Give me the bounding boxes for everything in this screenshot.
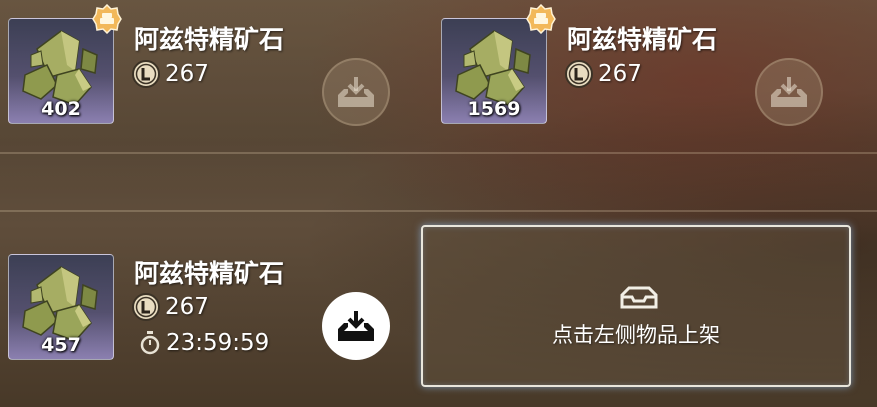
ore-crystal-icon [17, 25, 107, 109]
item-name: 阿兹特精矿石 [134, 25, 285, 54]
list-item-button[interactable] [322, 292, 390, 360]
item-price: 267 [598, 61, 642, 87]
price-row: 267 [132, 293, 209, 321]
shelf-divider [0, 210, 877, 212]
item-name: 阿兹特精矿石 [567, 25, 718, 54]
stopwatch-icon [140, 331, 160, 355]
gold-badge-icon [526, 4, 556, 34]
ore-crystal-icon [450, 25, 540, 109]
empty-tray-icon [620, 286, 658, 309]
empty-listing-slot[interactable]: 点击左侧物品上架 [421, 225, 851, 387]
item-name: 阿兹特精矿石 [134, 259, 285, 288]
timer-row: 23:59:59 [140, 330, 269, 356]
tray-download-icon [336, 309, 376, 343]
timer-text: 23:59:59 [166, 330, 270, 356]
tray-download-icon [336, 75, 376, 109]
price-row: 267 [132, 60, 209, 88]
empty-slot-hint: 点击左侧物品上架 [552, 323, 720, 347]
coin-L-icon [132, 293, 160, 321]
shelf-divider [0, 152, 877, 154]
item-quantity: 457 [41, 334, 81, 356]
item-quantity: 402 [41, 98, 81, 120]
ore-crystal-icon [17, 261, 107, 345]
price-row: 267 [565, 60, 642, 88]
item-quantity: 1569 [467, 98, 521, 120]
coin-L-icon [132, 60, 160, 88]
list-item-button[interactable] [322, 58, 390, 126]
gold-badge-icon [92, 4, 122, 34]
tray-download-icon [769, 75, 809, 109]
coin-L-icon [565, 60, 593, 88]
item-card[interactable]: 457 [8, 254, 114, 360]
item-price: 267 [165, 61, 209, 87]
item-price: 267 [165, 294, 209, 320]
list-item-button[interactable] [755, 58, 823, 126]
